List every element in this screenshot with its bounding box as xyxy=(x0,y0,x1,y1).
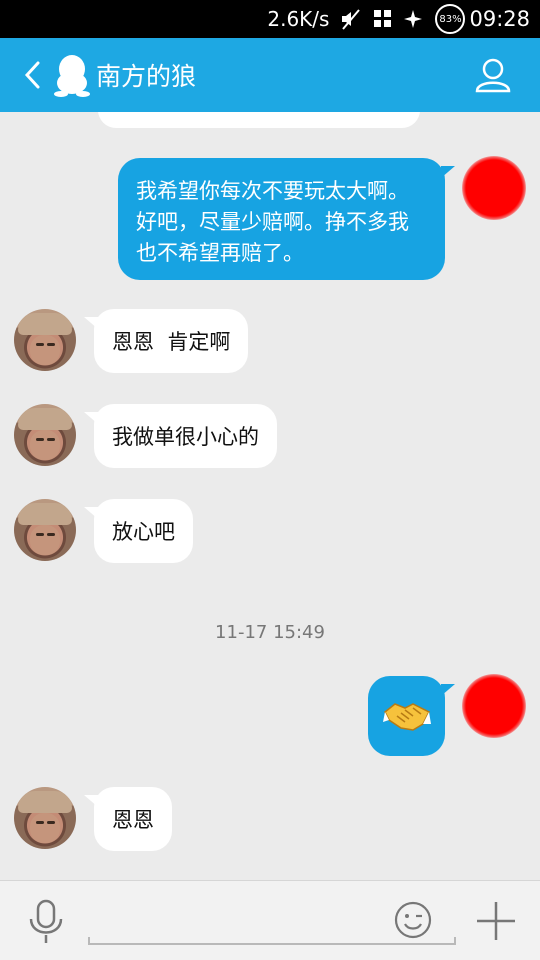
status-bar: 2.6K/s 83% 09:28 xyxy=(0,0,540,38)
incoming-message[interactable]: 恩恩 xyxy=(84,787,172,851)
battery-level: 83% xyxy=(439,13,462,25)
my-avatar[interactable] xyxy=(462,674,526,738)
status-clock: 09:28 xyxy=(469,7,530,31)
incoming-message[interactable]: 恩恩 肯定啊 xyxy=(83,309,249,373)
handshake-icon xyxy=(382,703,431,731)
contact-avatar[interactable] xyxy=(14,787,76,849)
contact-avatar[interactable] xyxy=(14,404,76,466)
battery-icon: 83% xyxy=(435,4,466,34)
incoming-message[interactable]: 我做单很小心的 xyxy=(84,404,277,468)
chat-header: 南方的狼 xyxy=(0,38,540,112)
input-bar xyxy=(0,880,540,960)
message-text: 放心吧 xyxy=(112,520,175,544)
contact-avatar[interactable] xyxy=(14,309,76,371)
back-icon xyxy=(24,61,40,89)
incoming-message[interactable]: 放心吧 xyxy=(84,499,193,563)
more-options-button[interactable] xyxy=(474,899,518,943)
message-text: 恩恩 xyxy=(112,808,154,832)
back-button[interactable] xyxy=(12,38,52,112)
previous-message-bubble xyxy=(98,112,420,128)
input-edge-right xyxy=(454,937,456,945)
message-text: 恩恩 肯定啊 xyxy=(112,330,231,354)
voice-button[interactable] xyxy=(26,899,66,945)
message-text: 我做单很小心的 xyxy=(112,425,259,449)
profile-icon xyxy=(475,58,511,93)
input-edge-left xyxy=(88,937,90,945)
mute-icon xyxy=(339,7,363,31)
sparkle-icon xyxy=(403,9,423,29)
my-avatar[interactable] xyxy=(462,156,526,220)
smiley-icon xyxy=(394,901,432,939)
message-timestamp: 11-17 15:49 xyxy=(215,622,325,643)
plus-icon xyxy=(477,902,515,940)
emoji-button[interactable] xyxy=(394,901,432,939)
grid-icon xyxy=(373,9,393,29)
profile-button[interactable] xyxy=(474,56,512,94)
microphone-icon xyxy=(29,899,63,943)
outgoing-message[interactable]: 我希望你每次不要玩太大啊。好吧，尽量少赔啊。挣不多我也不希望再赔了。 xyxy=(118,158,455,280)
message-text: 我希望你每次不要玩太大啊。好吧，尽量少赔啊。挣不多我也不希望再赔了。 xyxy=(136,179,409,265)
outgoing-emoji-message[interactable] xyxy=(368,676,455,756)
qq-penguin-icon xyxy=(54,55,90,97)
network-speed: 2.6K/s xyxy=(267,7,330,31)
contact-avatar[interactable] xyxy=(14,499,76,561)
chat-messages[interactable]: 我希望你每次不要玩太大啊。好吧，尽量少赔啊。挣不多我也不希望再赔了。 恩恩 肯定… xyxy=(0,112,540,880)
chat-title: 南方的狼 xyxy=(96,62,197,91)
